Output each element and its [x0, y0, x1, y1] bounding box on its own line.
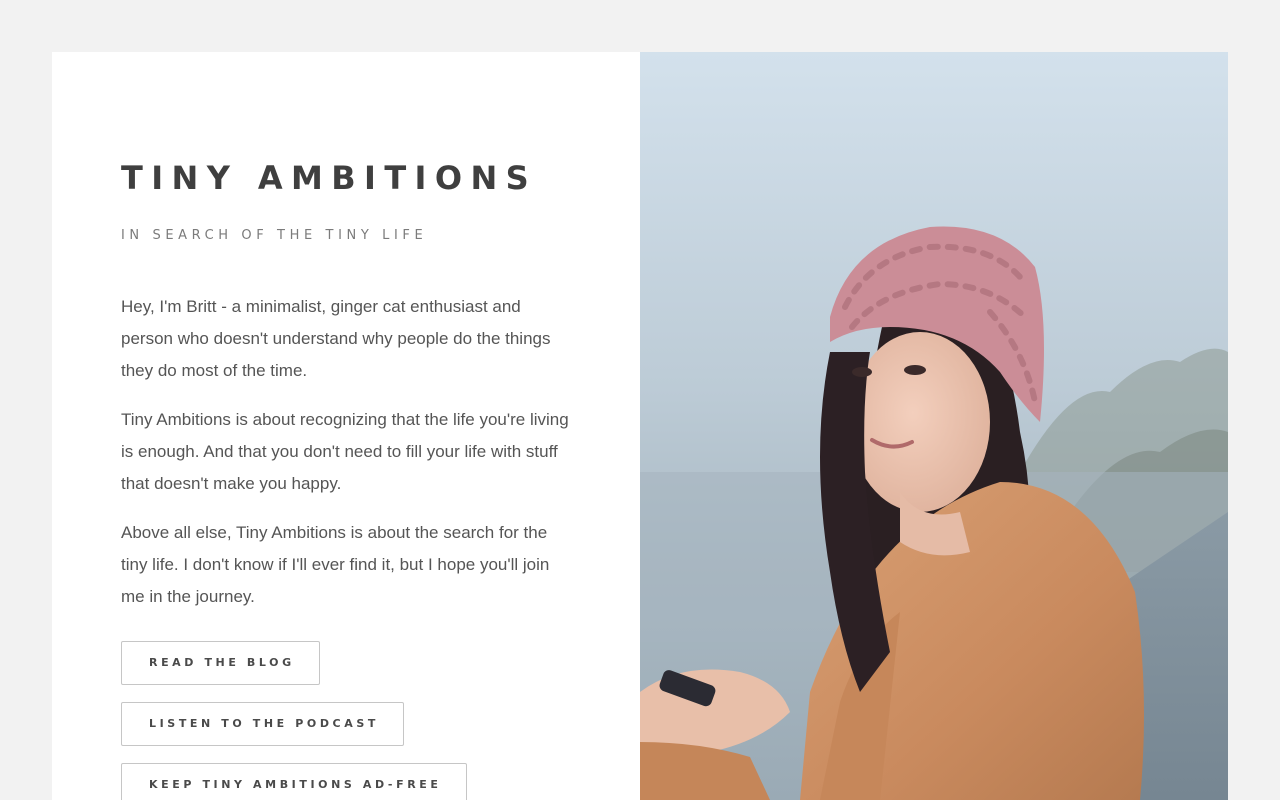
listen-podcast-button[interactable]: LISTEN TO THE PODCAST — [121, 702, 404, 746]
ad-free-button[interactable]: KEEP TINY AMBITIONS AD-FREE — [121, 763, 467, 800]
intro-text: Hey, I'm Britt - a minimalist, ginger ca… — [121, 291, 576, 613]
site-tagline: IN SEARCH OF THE TINY LIFE — [121, 228, 428, 243]
intro-paragraph: Above all else, Tiny Ambitions is about … — [121, 523, 550, 606]
site-title: TINY AMBITIONS — [121, 159, 538, 197]
action-buttons: READ THE BLOG LISTEN TO THE PODCAST KEEP… — [121, 641, 640, 800]
intro-card: TINY AMBITIONS IN SEARCH OF THE TINY LIF… — [52, 52, 1228, 800]
intro-paragraph: Tiny Ambitions is about recognizing that… — [121, 410, 569, 493]
profile-photo — [640, 52, 1228, 800]
intro-panel: TINY AMBITIONS IN SEARCH OF THE TINY LIF… — [52, 52, 640, 800]
intro-paragraph: Hey, I'm Britt - a minimalist, ginger ca… — [121, 297, 551, 380]
read-blog-button[interactable]: READ THE BLOG — [121, 641, 320, 685]
